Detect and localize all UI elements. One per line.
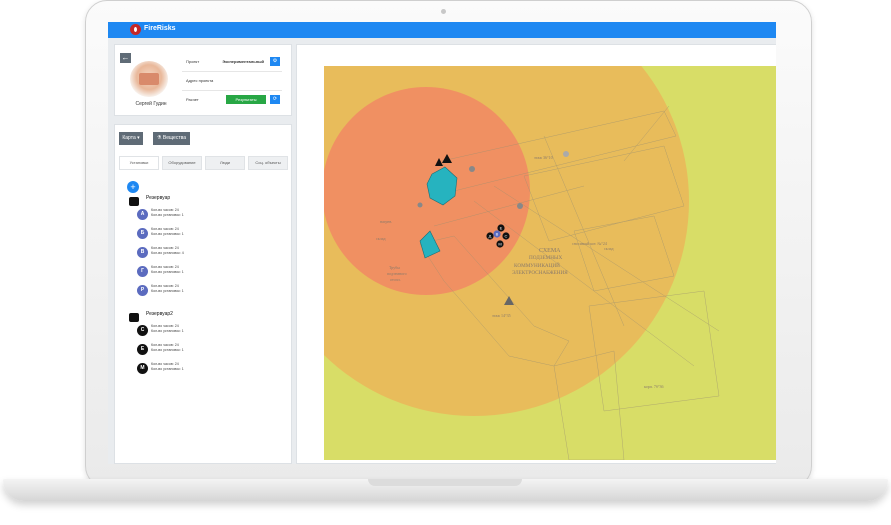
top-navbar: FireRisks — [108, 22, 776, 38]
installation-details: Кол-во часов: 24 Кол-во установок: 1 — [151, 265, 184, 274]
installation-badge: Г — [137, 266, 148, 277]
installation-badge: А — [137, 209, 148, 220]
map-svg: СХЕМАПОДЗЕМНЫХКОММУНИКАЦИЙЭЛЕКТРОСНАБЖЕН… — [324, 66, 776, 460]
installation-details: Кол-во часов: 24 Кол-во установок: 4 — [151, 246, 184, 255]
marker-point[interactable] — [517, 203, 523, 209]
address-label: Адрес проекта — [186, 78, 214, 83]
installation-marker[interactable]: В — [493, 230, 501, 238]
marker-letter: В — [496, 232, 499, 237]
app-screen: FireRisks ← Сергей Гудин Проект Эксперим… — [108, 22, 776, 464]
map-label: этаж 14°35 — [492, 313, 511, 318]
project-row: Проект Экспериментальный ⚙ — [182, 53, 282, 72]
brand-name[interactable]: FireRisks — [144, 25, 176, 32]
substances-button[interactable]: ⚗ Вещества — [153, 132, 190, 145]
map-label: КОММУНИКАЦИЙ — [514, 261, 560, 269]
tab-equipment[interactable]: Оборудование — [162, 156, 202, 170]
installation-item[interactable]: Р Кол-во часов: 24 Кол-во установок: 1 — [137, 284, 197, 300]
map-label: подземного — [387, 271, 407, 276]
installation-badge: Е — [137, 344, 148, 355]
refresh-icon[interactable]: ⟳ — [270, 95, 280, 104]
map-label: отопл. — [390, 277, 401, 282]
map-label: склад — [604, 246, 614, 251]
calculation-label: Расчет — [186, 97, 199, 102]
marker-letter: Д — [489, 234, 492, 239]
camera-dot — [441, 9, 446, 14]
installation-item[interactable]: Б Кол-во часов: 24 Кол-во установок: 1 — [137, 227, 197, 243]
installation-details: Кол-во часов: 24 Кол-во установок: 1 — [151, 362, 184, 371]
installation-details: Кол-во часов: 24 Кол-во установок: 1 — [151, 284, 184, 293]
calculation-row: Расчет Результаты ⟳ — [182, 91, 282, 109]
project-value: Экспериментальный — [222, 59, 264, 64]
installation-details: Кол-во часов: 24 Кол-во установок: 1 — [151, 208, 184, 217]
installation-marker[interactable]: С — [502, 232, 510, 240]
tank-icon — [129, 197, 139, 206]
user-project-panel: ← Сергей Гудин Проект Экспериментальный … — [114, 44, 292, 116]
installation-marker[interactable]: М — [496, 240, 504, 248]
back-arrow-button[interactable]: ← — [120, 53, 131, 63]
results-button[interactable]: Результаты — [226, 95, 266, 104]
user-avatar — [130, 61, 168, 97]
map-label: этаж 36°10 — [534, 155, 553, 160]
marker-letter: Е — [500, 226, 503, 231]
tab-people[interactable]: Люди — [205, 156, 245, 170]
installation-badge: Р — [137, 285, 148, 296]
project-label: Проект — [186, 59, 200, 64]
objects-panel: Карта ▾ ⚗ Вещества Установки Оборудовани… — [114, 124, 292, 464]
user-name: Сергей Гудин — [135, 101, 167, 107]
laptop-base-notch — [368, 479, 522, 486]
substances-label: Вещества — [162, 135, 186, 141]
installation-item[interactable]: В Кол-во часов: 24 Кол-во установок: 4 — [137, 246, 197, 262]
reservoir-name[interactable]: Резервуар2 — [146, 311, 173, 317]
installation-item[interactable]: Е Кол-во часов: 24 Кол-во установок: 1 — [137, 343, 197, 359]
installation-item[interactable]: Г Кол-во часов: 24 Кол-во установок: 1 — [137, 265, 197, 281]
installation-item[interactable]: М Кол-во часов: 24 Кол-во установок: 1 — [137, 362, 197, 378]
installation-details: Кол-во часов: 24 Кол-во установок: 1 — [151, 324, 184, 333]
tank-icon — [129, 313, 139, 322]
map-label: ЭЛЕКТРОСНАБЖЕНИЯ — [512, 270, 568, 276]
address-row: Адрес проекта — [182, 72, 282, 91]
map-dropdown-button[interactable]: Карта ▾ — [119, 132, 143, 145]
fire-drop-icon — [130, 24, 141, 35]
tab-installations[interactable]: Установки — [119, 156, 159, 170]
marker-point[interactable] — [563, 151, 569, 157]
reservoir-name[interactable]: Резервуар — [146, 195, 170, 201]
installation-badge: С — [137, 325, 148, 336]
installation-details: Кол-во часов: 24 Кол-во установок: 1 — [151, 227, 184, 236]
inner-risk-zone — [324, 87, 530, 295]
add-button[interactable]: + — [127, 181, 139, 193]
hazard-map[interactable]: СХЕМА ПОДЗЕМНЫХ КОММУНИКАЦИЙ ЭЛЕКТРОСНАБЖЕН… — [324, 66, 776, 460]
map-label: ПОДЗЕМНЫХ — [529, 255, 563, 261]
tab-social-objects[interactable]: Соц. объекты — [248, 156, 288, 170]
marker-point[interactable] — [417, 202, 423, 208]
object-tabs: Установки Оборудование Люди Соц. объекты — [119, 156, 288, 170]
project-info-table: Проект Экспериментальный ⚙ Адрес проекта… — [182, 53, 282, 109]
map-panel: СХЕМА ПОДЗЕМНЫХ КОММУНИКАЦИЙ ЭЛЕКТРОСНАБЖЕН… — [296, 44, 776, 464]
marker-point[interactable] — [469, 166, 475, 172]
marker-letter: М — [498, 242, 501, 247]
installation-badge: В — [137, 247, 148, 258]
installation-item[interactable]: С Кол-во часов: 24 Кол-во установок: 1 — [137, 324, 197, 340]
project-settings-button[interactable]: ⚙ — [270, 57, 280, 66]
map-label: корп. 7б°36 — [644, 384, 664, 389]
map-label: сносимый кот. №°24 — [572, 241, 607, 246]
installation-item[interactable]: А Кол-во часов: 24 Кол-во установок: 1 — [137, 208, 197, 224]
installation-details: Кол-во часов: 24 Кол-во установок: 1 — [151, 343, 184, 352]
installation-badge: Б — [137, 228, 148, 239]
map-label: нагрев. — [380, 219, 392, 224]
installation-marker[interactable]: Е — [497, 224, 505, 232]
map-label: склад — [376, 236, 386, 241]
map-label: СХЕМА — [539, 248, 561, 254]
installation-badge: М — [137, 363, 148, 374]
installation-marker[interactable]: Д — [486, 232, 494, 240]
marker-letter: С — [505, 234, 508, 239]
map-label: Трубы — [389, 265, 400, 270]
